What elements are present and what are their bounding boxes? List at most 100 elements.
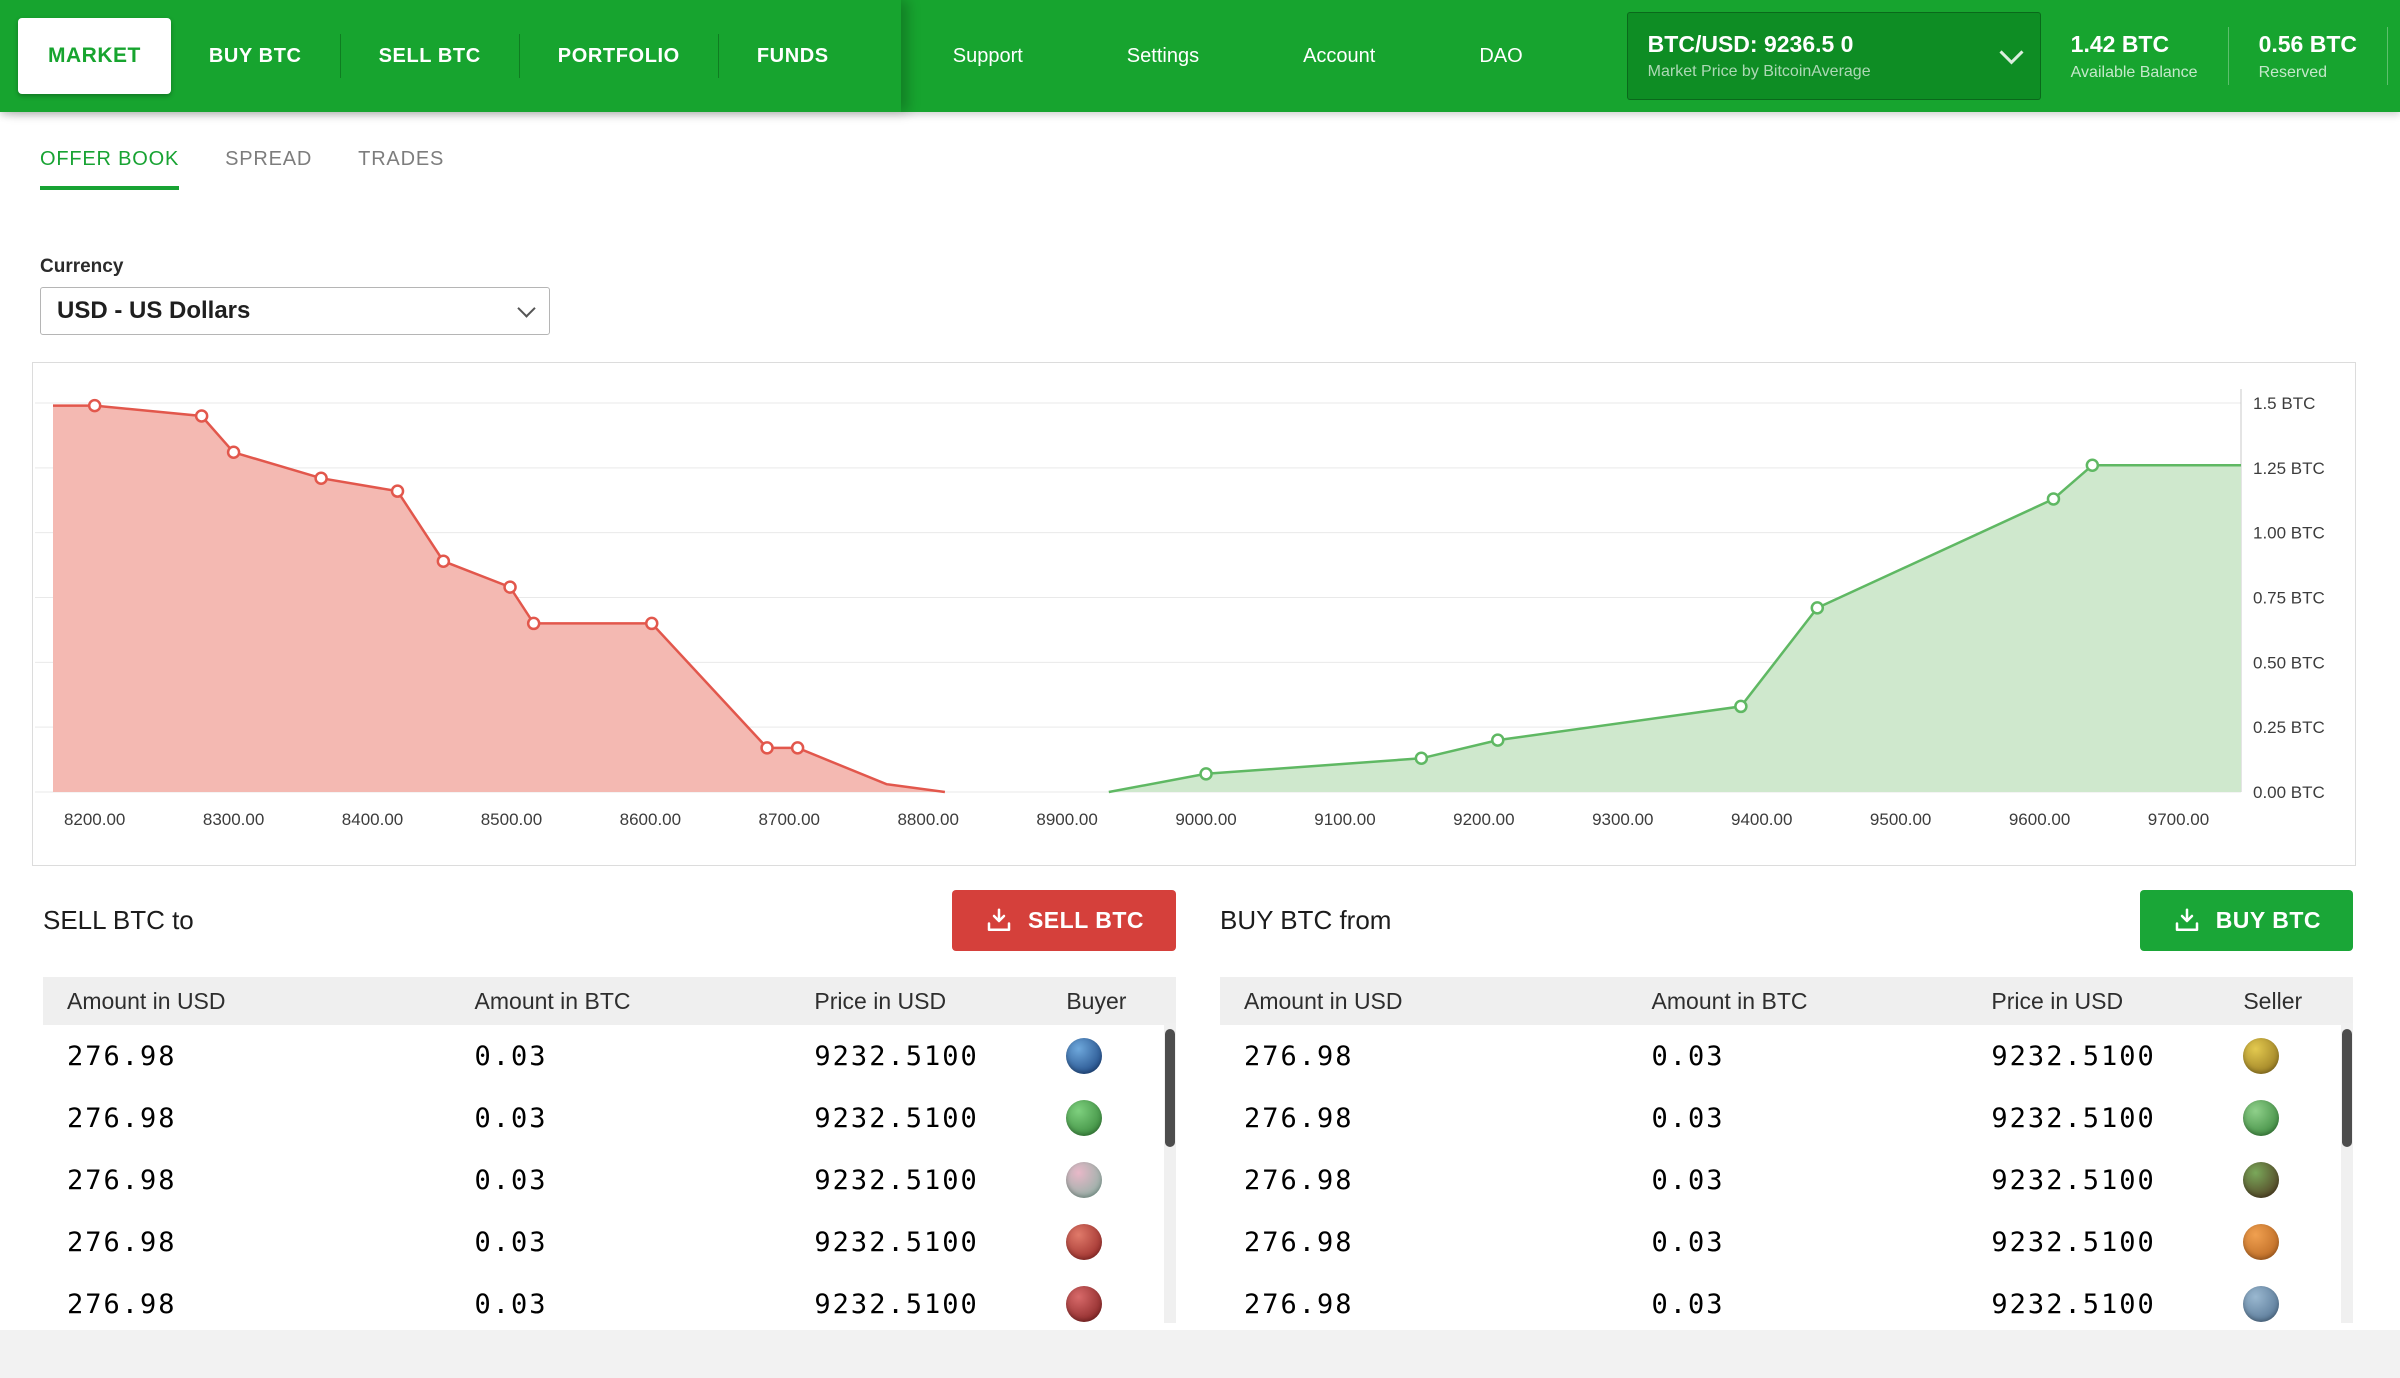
cell-amount-btc: 0.03: [1651, 1149, 1991, 1211]
offer-book: SELL BTC to SELL BTC Amount in USDAmount…: [0, 866, 2400, 1335]
currency-label: Currency: [40, 256, 2400, 278]
cell-price: 9232.5100: [813, 1149, 1051, 1211]
cell-amount-usd: 276.98: [1220, 1025, 1651, 1087]
y-axis-tick-label: 1.00 BTC: [2253, 524, 2325, 543]
nav-account[interactable]: Account: [1303, 45, 1375, 68]
sell-depth-marker: [89, 400, 100, 411]
top-nav: MARKET BUY BTC SELL BTC PORTFOLIO FUNDS …: [0, 0, 2400, 112]
secondary-nav: Support Settings Account DAO: [953, 45, 1627, 68]
sell-depth-marker: [528, 618, 539, 629]
table-row[interactable]: 276.980.039232.5100: [1220, 1149, 2353, 1211]
x-axis-tick-label: 9500.00: [1870, 810, 1931, 829]
avatar[interactable]: [2243, 1162, 2279, 1198]
nav-buy-btc[interactable]: BUY BTC: [209, 45, 302, 68]
column-header: Amount in USD: [1220, 977, 1651, 1025]
buy-depth-marker: [1735, 701, 1746, 712]
avatar[interactable]: [1066, 1224, 1102, 1260]
nav-divider: [519, 34, 520, 78]
column-header: Price in USD: [1990, 977, 2228, 1025]
table-row[interactable]: 276.980.039232.5100: [43, 1273, 1176, 1335]
table-row[interactable]: 276.980.039232.5100: [1220, 1087, 2353, 1149]
scrollbar-thumb[interactable]: [2342, 1029, 2352, 1147]
x-axis-tick-label: 8300.00: [203, 810, 264, 829]
cell-amount-usd: 276.98: [43, 1025, 474, 1087]
x-axis-tick-label: 8500.00: [481, 810, 542, 829]
sell-depth-marker: [196, 410, 207, 421]
avatar[interactable]: [2243, 1100, 2279, 1136]
scrollbar[interactable]: [1164, 1023, 1176, 1323]
nav-dao[interactable]: DAO: [1479, 45, 1522, 68]
y-axis-tick-label: 0.75 BTC: [2253, 589, 2325, 608]
currency-section: Currency USD - US Dollars: [0, 190, 2400, 335]
x-axis-tick-label: 9200.00: [1453, 810, 1514, 829]
scrollbar[interactable]: [2341, 1023, 2353, 1323]
nav-settings[interactable]: Settings: [1127, 45, 1199, 68]
scrollbar-thumb[interactable]: [1165, 1029, 1175, 1147]
table-row[interactable]: 276.980.039232.5100: [43, 1025, 1176, 1087]
buy-depth-area: [1109, 465, 2241, 792]
y-axis-tick-label: 0.25 BTC: [2253, 718, 2325, 737]
table-row[interactable]: 276.980.039232.5100: [43, 1211, 1176, 1273]
balance-locked: 1.09 BTC Locked: [2388, 31, 2400, 82]
buy-depth-marker: [1812, 602, 1823, 613]
cell-amount-usd: 276.98: [43, 1149, 474, 1211]
column-header: Buyer: [1051, 977, 1176, 1025]
cell-price: 9232.5100: [1990, 1025, 2228, 1087]
avatar[interactable]: [1066, 1038, 1102, 1074]
x-axis-tick-label: 8700.00: [759, 810, 820, 829]
nav-market[interactable]: MARKET: [18, 18, 171, 94]
avatar[interactable]: [1066, 1100, 1102, 1136]
sell-depth-marker: [316, 473, 327, 484]
column-header: Amount in BTC: [474, 977, 814, 1025]
cell-amount-btc: 0.03: [1651, 1273, 1991, 1335]
avatar[interactable]: [1066, 1286, 1102, 1322]
tab-spread[interactable]: SPREAD: [225, 148, 312, 190]
x-axis-tick-label: 9400.00: [1731, 810, 1792, 829]
currency-select[interactable]: USD - US Dollars: [40, 287, 550, 335]
market-price-selector[interactable]: BTC/USD: 9236.5 0 Market Price by Bitcoi…: [1627, 12, 2041, 100]
chevron-down-icon: [517, 299, 535, 317]
cell-amount-btc: 0.03: [474, 1087, 814, 1149]
cell-price: 9232.5100: [1990, 1211, 2228, 1273]
sell-depth-marker: [762, 742, 773, 753]
nav-portfolio[interactable]: PORTFOLIO: [558, 45, 680, 68]
x-axis-tick-label: 9300.00: [1592, 810, 1653, 829]
avatar[interactable]: [1066, 1162, 1102, 1198]
depth-chart: 1.5 BTC1.25 BTC1.00 BTC0.75 BTC0.50 BTC0…: [33, 363, 2355, 863]
tray-arrow-down-icon: [984, 906, 1014, 936]
cell-price: 9232.5100: [813, 1025, 1051, 1087]
buy-offers-table: Amount in USDAmount in BTCPrice in USDSe…: [1220, 977, 2353, 1335]
sell-depth-marker: [438, 556, 449, 567]
table-row[interactable]: 276.980.039232.5100: [43, 1149, 1176, 1211]
sell-offers-table: Amount in USDAmount in BTCPrice in USDBu…: [43, 977, 1176, 1335]
buy-btc-button-label: BUY BTC: [2216, 907, 2321, 934]
market-price-text: BTC/USD: 9236.5 0 Market Price by Bitcoi…: [1648, 31, 1871, 81]
cell-amount-usd: 276.98: [43, 1211, 474, 1273]
avatar[interactable]: [2243, 1224, 2279, 1260]
tab-offer-book[interactable]: OFFER BOOK: [40, 148, 179, 190]
table-row[interactable]: 276.980.039232.5100: [1220, 1273, 2353, 1335]
avatar[interactable]: [2243, 1286, 2279, 1322]
table-row[interactable]: 276.980.039232.5100: [43, 1087, 1176, 1149]
sell-depth-marker: [392, 486, 403, 497]
buy-btc-button[interactable]: BUY BTC: [2140, 890, 2353, 951]
nav-sell-btc[interactable]: SELL BTC: [379, 45, 481, 68]
sell-depth-marker: [792, 742, 803, 753]
table-row[interactable]: 276.980.039232.5100: [1220, 1211, 2353, 1273]
cell-amount-usd: 276.98: [1220, 1211, 1651, 1273]
nav-funds[interactable]: FUNDS: [757, 45, 829, 68]
x-axis-tick-label: 8900.00: [1036, 810, 1097, 829]
primary-nav: MARKET BUY BTC SELL BTC PORTFOLIO FUNDS: [0, 0, 901, 112]
cell-price: 9232.5100: [813, 1211, 1051, 1273]
cell-amount-btc: 0.03: [474, 1149, 814, 1211]
x-axis-tick-label: 8800.00: [897, 810, 958, 829]
table-row[interactable]: 276.980.039232.5100: [1220, 1025, 2353, 1087]
sell-btc-button[interactable]: SELL BTC: [952, 890, 1176, 951]
avatar[interactable]: [2243, 1038, 2279, 1074]
nav-support[interactable]: Support: [953, 45, 1023, 68]
chevron-down-icon: [1999, 40, 2023, 64]
tab-trades[interactable]: TRADES: [358, 148, 444, 190]
balance-available-label: Available Balance: [2071, 64, 2198, 82]
cell-price: 9232.5100: [1990, 1149, 2228, 1211]
nav-divider: [718, 34, 719, 78]
